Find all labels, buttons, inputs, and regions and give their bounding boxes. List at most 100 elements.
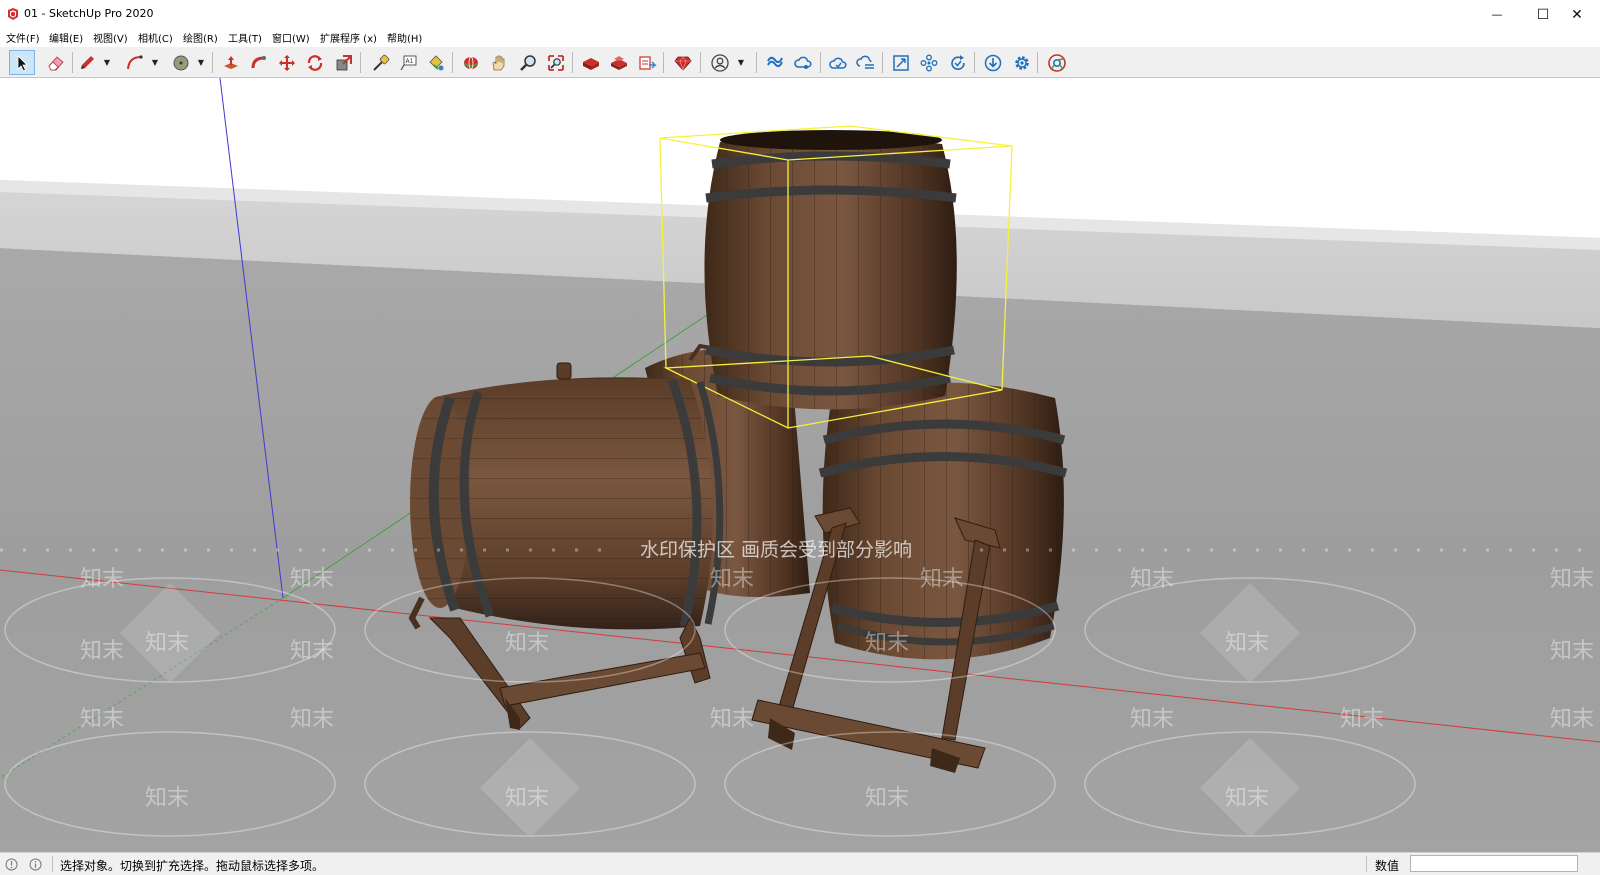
watermark-text: 知末 (290, 639, 334, 664)
3d-warehouse-icon (583, 57, 599, 70)
watermark-text: 知末 (1550, 639, 1594, 664)
send-to-layout-button[interactable] (634, 50, 660, 75)
watermark-text: 知末 (1550, 707, 1594, 732)
barrel-top-selected[interactable] (704, 130, 957, 410)
toolbar: ▼ ▼ ▼ A1 ▼ (0, 47, 1600, 78)
watermark-text: 知末 (145, 786, 189, 811)
share-button[interactable] (790, 50, 816, 75)
close-button[interactable]: ✕ (1554, 0, 1600, 29)
circle-tool-button[interactable] (168, 50, 194, 75)
measurements-input[interactable] (1410, 855, 1578, 872)
menu-file[interactable]: 文件(F) (6, 30, 40, 45)
extension-warehouse-button[interactable] (606, 50, 632, 75)
ruby-console-button[interactable] (670, 50, 696, 75)
push-pull-tool-button[interactable] (218, 50, 244, 75)
select-tool-button[interactable] (9, 50, 35, 75)
arc-tool-button[interactable] (122, 50, 148, 75)
rotate-icon (307, 54, 323, 71)
text-tool-button[interactable]: A1 (396, 50, 422, 75)
menu-view[interactable]: 视图(V) (93, 30, 128, 45)
pencil-dropdown[interactable]: ▼ (102, 50, 112, 75)
refresh-button[interactable] (945, 50, 971, 75)
orbit-tool-button[interactable] (458, 50, 484, 75)
watermark-text: 知末 (290, 707, 334, 732)
watermark-text: 知末 (1130, 707, 1174, 732)
watermark-text: 知末 (80, 707, 124, 732)
3d-warehouse-button[interactable] (578, 50, 604, 75)
zoom-tool-button[interactable] (515, 50, 541, 75)
follow-me-tool-button[interactable] (246, 50, 272, 75)
watermark-text: 知末 (505, 786, 549, 811)
eraser-icon (48, 55, 64, 70)
watermark-text: 知末 (865, 786, 909, 811)
circle-icon (173, 55, 189, 70)
zoom-icon (520, 54, 536, 71)
profile-dropdown[interactable]: ▼ (736, 50, 746, 75)
menu-tools[interactable]: 工具(T) (228, 30, 262, 45)
settings-button[interactable] (1009, 50, 1035, 75)
menu-help[interactable]: 帮助(H) (387, 30, 422, 45)
chrome-button[interactable] (1044, 50, 1070, 75)
menu-extensions[interactable]: 扩展程序 (x) (320, 30, 377, 45)
watermark-text: 知末 (80, 567, 124, 592)
menu-edit[interactable]: 编辑(E) (49, 30, 83, 45)
watermark-banner: 水印保护区 画质会受到部分影响 (640, 539, 912, 561)
zoom-extents-tool-button[interactable] (543, 50, 569, 75)
circle-dropdown[interactable]: ▼ (196, 50, 206, 75)
watermark-text: 知末 (290, 567, 334, 592)
watermark-text: 知末 (710, 567, 754, 592)
download-icon (984, 54, 1002, 71)
fit-view-button[interactable] (888, 50, 914, 75)
paint-bucket-tool-button[interactable] (423, 50, 449, 75)
watermark-text: 知末 (920, 567, 964, 592)
components-button[interactable] (916, 50, 942, 75)
menu-draw[interactable]: 绘图(R) (183, 30, 218, 45)
close-icon: ✕ (1571, 6, 1583, 23)
text-icon: A1 (400, 55, 417, 70)
cloud-upload-button[interactable] (853, 50, 879, 75)
download-button[interactable] (980, 50, 1006, 75)
trimble-connect-button[interactable] (762, 50, 788, 75)
arc-dropdown[interactable]: ▼ (150, 50, 160, 75)
extension-warehouse-icon (611, 55, 627, 70)
cloud-upload-icon (856, 55, 874, 69)
eraser-tool-button[interactable] (43, 50, 69, 75)
geolocation-icon[interactable] (5, 858, 18, 871)
move-icon (279, 54, 295, 71)
sketchup-logo-icon (8, 8, 18, 20)
chrome-icon (1048, 53, 1066, 72)
modeling-viewport[interactable]: 水印保护区 画质会受到部分影响 知末 知末 知末 知末 知末 知末 知末 知末 … (0, 78, 1600, 852)
zoom-extents-icon (548, 54, 564, 71)
refresh-icon (951, 54, 965, 70)
minimize-button[interactable]: — (1474, 0, 1520, 29)
watermark-text: 知末 (505, 631, 549, 656)
scene-canvas[interactable]: 水印保护区 画质会受到部分影响 知末 知末 知末 知末 知末 知末 知末 知末 … (0, 78, 1600, 852)
watermark-text: 知末 (1550, 567, 1594, 592)
menu-bar: 文件(F) 编辑(E) 视图(V) 相机(C) 绘图(R) 工具(T) 窗口(W… (0, 29, 1600, 47)
scale-tool-button[interactable] (331, 50, 357, 75)
watermark-text: 知末 (1130, 567, 1174, 592)
fit-view-icon (893, 54, 909, 71)
pencil-tool-button[interactable] (74, 50, 100, 75)
pan-tool-button[interactable] (486, 50, 512, 75)
tape-measure-icon (373, 54, 390, 71)
watermark-text: 知末 (1225, 786, 1269, 811)
menu-window[interactable]: 窗口(W) (272, 30, 310, 45)
rotate-tool-button[interactable] (302, 50, 328, 75)
pencil-icon (81, 55, 94, 69)
orbit-icon (464, 56, 478, 69)
watermark-text: 知末 (1225, 631, 1269, 656)
cloud-sync-icon (829, 57, 847, 69)
maximize-icon: ☐ (1536, 6, 1550, 23)
measurements-label: 数值 (1375, 859, 1400, 873)
push-pull-icon (224, 55, 238, 69)
info-icon[interactable] (29, 858, 42, 871)
move-tool-button[interactable] (274, 50, 300, 75)
watermark-text: 知末 (865, 631, 909, 656)
profile-button[interactable] (707, 50, 733, 75)
tape-measure-tool-button[interactable] (368, 50, 394, 75)
menu-camera[interactable]: 相机(C) (138, 30, 173, 45)
window-title: 01 - SketchUp Pro 2020 (24, 7, 154, 20)
components-icon (920, 54, 938, 71)
cloud-sync-button[interactable] (825, 50, 851, 75)
